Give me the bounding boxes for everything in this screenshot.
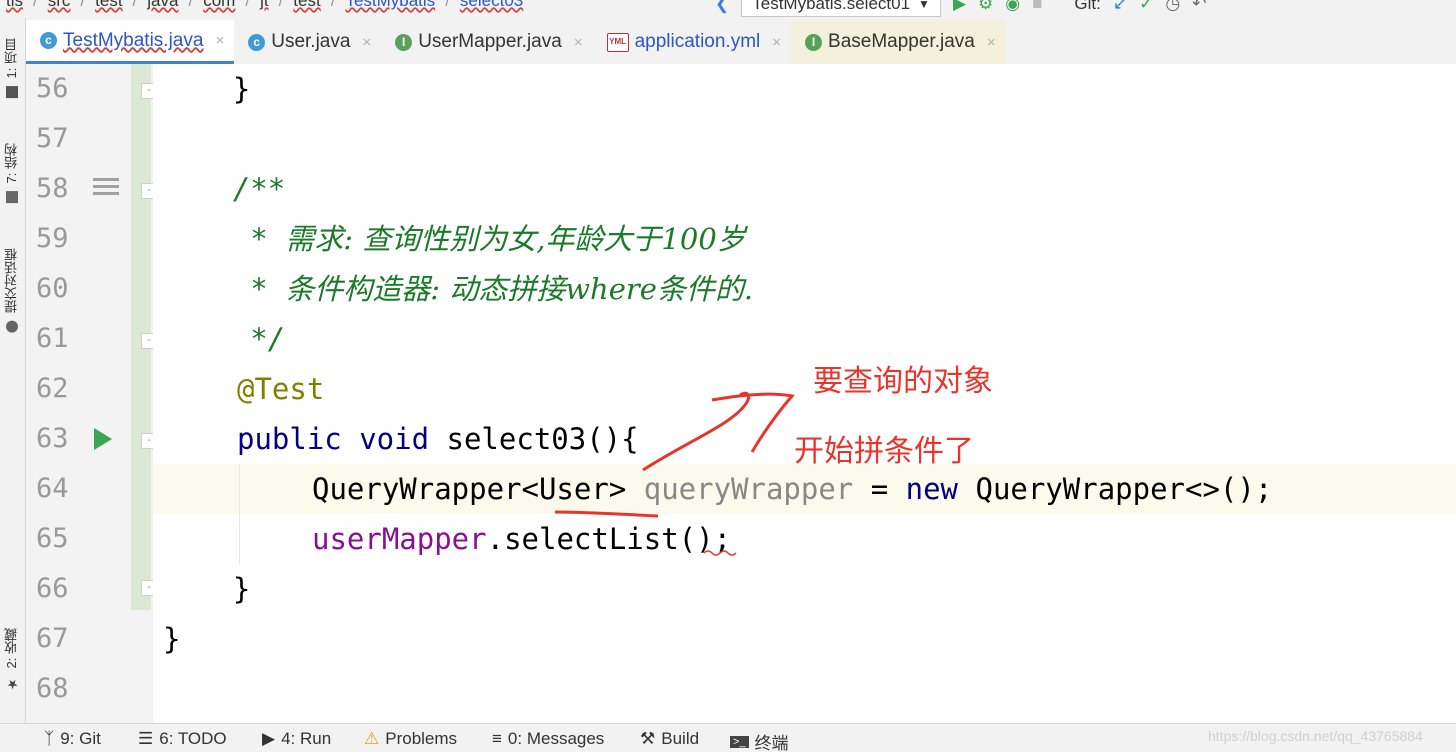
messages-icon: ≡ (492, 729, 502, 748)
watermark: https://blog.csdn.net/qq_43765884 (1208, 728, 1423, 744)
error-squiggle (703, 550, 737, 556)
build-tool-button[interactable]: ⚒ Build (640, 729, 699, 749)
terminal-tool-label: 终端 (754, 734, 789, 753)
hammer-icon: ⚒ (640, 729, 656, 748)
todo-tool-button[interactable]: ☰ 6: TODO (138, 729, 227, 749)
run-tool-label: 4: Run (281, 729, 332, 748)
annotation-note: 要查询的对象 (813, 364, 993, 399)
git-tool-label: 9: Git (60, 729, 101, 748)
messages-tool-button[interactable]: ≡ 0: Messages (492, 729, 604, 749)
problems-tool-button[interactable]: ⚠ Problems (364, 729, 457, 749)
messages-tool-label: 0: Messages (507, 729, 605, 748)
todo-tool-label: 6: TODO (159, 729, 227, 748)
warning-icon: ⚠ (364, 729, 380, 748)
terminal-tool-button[interactable]: >_ 终端 (730, 729, 789, 754)
run-tool-button[interactable]: ▶ 4: Run (262, 729, 331, 749)
annotation-note: 开始拼条件了 (794, 434, 974, 469)
annotation-scribbles (554, 391, 795, 556)
list-icon: ☰ (138, 729, 154, 748)
arrow-stroke (642, 391, 751, 472)
underline-stroke (554, 510, 659, 518)
problems-tool-label: Problems (385, 729, 458, 748)
play-icon: ▶ (262, 729, 276, 748)
git-branch-icon: ᛉ (44, 729, 55, 748)
git-tool-button[interactable]: ᛉ 9: Git (44, 729, 101, 749)
terminal-icon: >_ (730, 735, 749, 748)
build-tool-label: Build (661, 729, 700, 748)
